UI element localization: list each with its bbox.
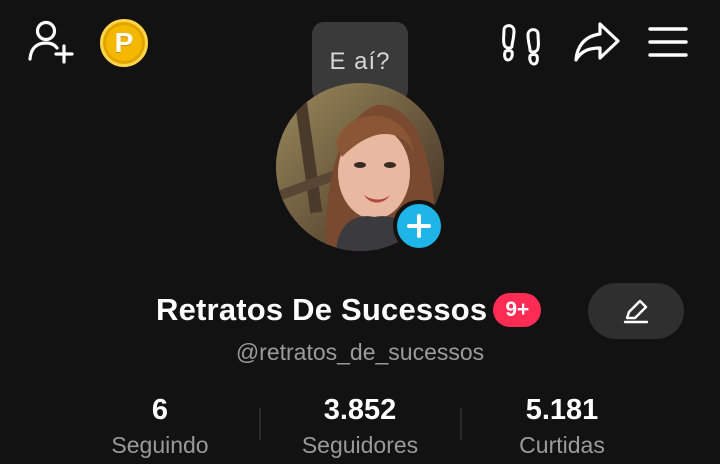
menu-icon[interactable] [646, 22, 690, 62]
add-avatar-button[interactable] [393, 200, 445, 252]
stat-following[interactable]: 6 Seguindo [80, 392, 240, 462]
stat-value: 3.852 [323, 394, 397, 426]
share-icon[interactable] [572, 20, 622, 66]
stat-label: Seguindo [111, 432, 209, 458]
stat-followers[interactable]: 3.852 Seguidores [280, 392, 440, 462]
tooltip-text: E aí? [329, 48, 391, 75]
stat-divider [259, 408, 261, 440]
edit-profile-button[interactable] [588, 283, 684, 339]
pencil-icon [623, 299, 649, 324]
username: @retratos_de_sucessos [235, 339, 485, 365]
stat-likes[interactable]: 5.181 Curtidas [482, 392, 642, 462]
footprint-icon[interactable] [498, 22, 544, 66]
stat-value: 6 [151, 394, 169, 426]
profile-name-row: Retratos De Sucessos 9+ [156, 292, 542, 328]
stat-label: Seguidores [301, 432, 419, 458]
stat-label: Curtidas [519, 432, 605, 458]
coin-icon[interactable]: P [100, 19, 148, 67]
display-name: Retratos De Sucessos [156, 292, 488, 327]
plus-icon [407, 214, 431, 238]
coin-letter: P [114, 27, 134, 58]
notification-badge[interactable]: 9+ [493, 293, 542, 327]
add-friend-icon[interactable] [26, 18, 76, 66]
stat-value: 5.181 [525, 394, 599, 426]
stat-divider [460, 408, 462, 440]
